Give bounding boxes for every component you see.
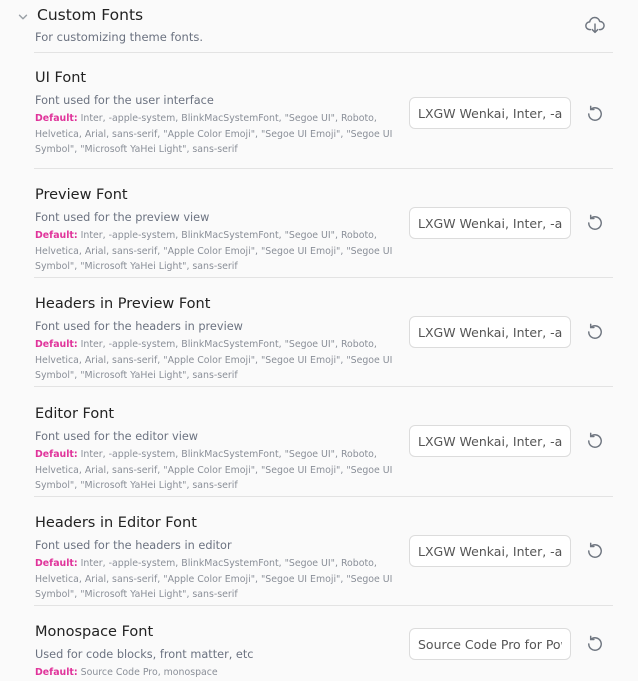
reset-icon[interactable] <box>584 103 606 125</box>
section-title: Custom Fonts <box>37 6 144 24</box>
default-value: Inter, -apple-system, BlinkMacSystemFont… <box>35 230 393 273</box>
reset-icon[interactable] <box>584 321 606 343</box>
default-label: Default: <box>35 449 78 460</box>
ui-font-input[interactable] <box>409 97 571 129</box>
divider <box>34 386 613 387</box>
default-label: Default: <box>35 230 78 241</box>
setting-headers-in-editor-font: Headers in Editor Font Font used for the… <box>0 498 638 605</box>
setting-name: Preview Font <box>35 187 128 203</box>
setting-default-text: Default: Inter, -apple-system, BlinkMacS… <box>35 337 395 384</box>
default-value: Source Code Pro, monospace <box>80 667 218 678</box>
divider <box>34 496 613 497</box>
setting-preview-font: Preview Font Font used for the preview v… <box>0 170 638 277</box>
default-label: Default: <box>35 558 78 569</box>
editor-font-input[interactable] <box>409 425 571 457</box>
setting-default-text: Default: Inter, -apple-system, BlinkMacS… <box>35 556 395 603</box>
section-description: For customizing theme fonts. <box>35 30 203 44</box>
setting-default-text: Default: Inter, -apple-system, BlinkMacS… <box>35 228 395 275</box>
setting-name: Headers in Editor Font <box>35 515 197 531</box>
reset-icon[interactable] <box>584 540 606 562</box>
default-value: Inter, -apple-system, BlinkMacSystemFont… <box>35 113 393 156</box>
cloud-download-icon[interactable] <box>584 14 606 36</box>
setting-description: Font used for the preview view <box>35 211 210 224</box>
default-label: Default: <box>35 667 78 678</box>
setting-default-text: Default: Source Code Pro, monospace <box>35 665 395 681</box>
setting-editor-font: Editor Font Font used for the editor vie… <box>0 389 638 496</box>
custom-fonts-section-header: Custom Fonts For customizing theme fonts… <box>0 0 638 52</box>
monospace-font-input[interactable] <box>409 628 571 660</box>
preview-font-input[interactable] <box>409 207 571 239</box>
default-label: Default: <box>35 339 78 350</box>
setting-headers-in-preview-font: Headers in Preview Font Font used for th… <box>0 279 638 386</box>
setting-name: Headers in Preview Font <box>35 296 211 312</box>
headers-in-preview-font-input[interactable] <box>409 316 571 348</box>
divider <box>34 605 613 606</box>
chevron-down-icon[interactable] <box>17 11 29 23</box>
setting-description: Font used for the user interface <box>35 94 214 107</box>
reset-icon[interactable] <box>584 633 606 655</box>
setting-description: Font used for the editor view <box>35 430 199 443</box>
setting-name: UI Font <box>35 70 87 86</box>
setting-name: Monospace Font <box>35 624 154 640</box>
setting-name: Editor Font <box>35 406 115 422</box>
divider <box>34 168 613 169</box>
default-label: Default: <box>35 113 78 124</box>
divider <box>34 277 613 278</box>
setting-ui-font: UI Font Font used for the user interface… <box>0 53 638 168</box>
reset-icon[interactable] <box>584 212 606 234</box>
setting-description: Font used for the headers in editor <box>35 539 232 552</box>
setting-description: Used for code blocks, front matter, etc <box>35 648 254 661</box>
headers-in-editor-font-input[interactable] <box>409 535 571 567</box>
default-value: Inter, -apple-system, BlinkMacSystemFont… <box>35 449 393 492</box>
reset-icon[interactable] <box>584 430 606 452</box>
setting-default-text: Default: Inter, -apple-system, BlinkMacS… <box>35 447 395 494</box>
setting-default-text: Default: Inter, -apple-system, BlinkMacS… <box>35 111 395 158</box>
setting-monospace-font: Monospace Font Used for code blocks, fro… <box>0 607 638 679</box>
setting-description: Font used for the headers in preview <box>35 320 243 333</box>
default-value: Inter, -apple-system, BlinkMacSystemFont… <box>35 558 393 601</box>
default-value: Inter, -apple-system, BlinkMacSystemFont… <box>35 339 393 382</box>
